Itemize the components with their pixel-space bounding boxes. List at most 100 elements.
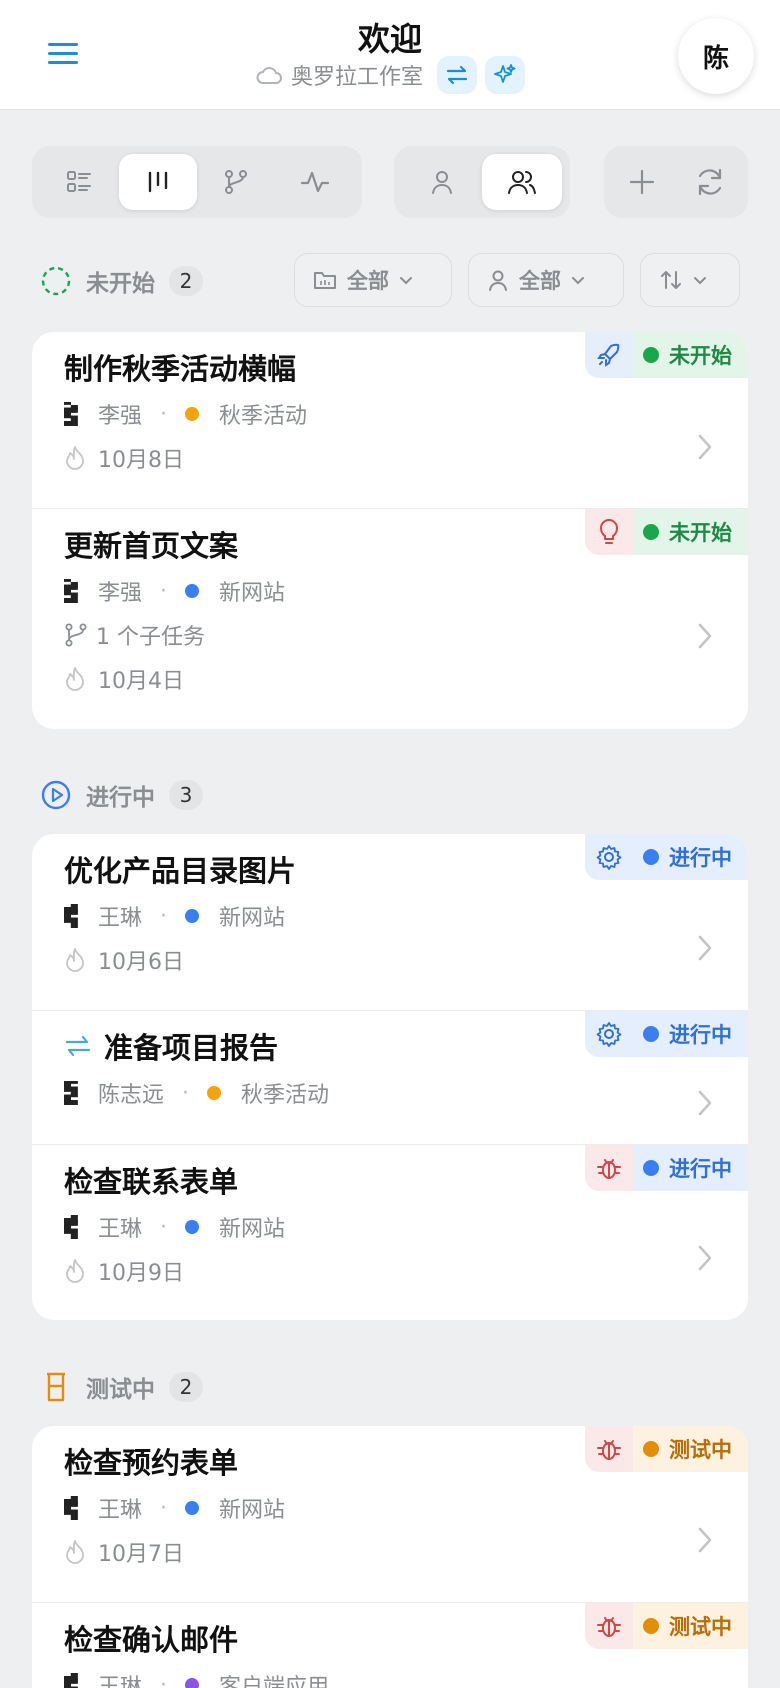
task-row[interactable]: 未开始 制作秋季活动横幅 ▀▄ █▀ ▄█ 李强 · 秋季活动 10月8日 xyxy=(32,332,748,509)
chevron-down-icon xyxy=(572,277,584,285)
project-color-dot xyxy=(185,584,200,598)
task-due-date: 10月7日 xyxy=(98,1542,184,1567)
chevron-right-icon xyxy=(698,1527,712,1553)
play-circle-icon xyxy=(41,780,71,810)
activity-icon xyxy=(300,171,329,193)
rocket-icon xyxy=(597,343,620,367)
team-tasks-button[interactable] xyxy=(482,154,562,210)
flame-icon xyxy=(66,446,84,470)
board-view-button[interactable] xyxy=(118,154,197,210)
task-row[interactable]: 测试中 检查预约表单 ▄█ █▀ ▀█ 王琳 · 新网站 10月7日 xyxy=(32,1426,748,1603)
status-badge: 未开始 xyxy=(585,509,748,555)
task-project: 新网站 xyxy=(219,1498,286,1523)
task-project: 新网站 xyxy=(219,1217,286,1242)
branch-icon xyxy=(225,170,248,194)
status-badge: 测试中 xyxy=(585,1426,748,1472)
task-title: 优化产品目录图片 xyxy=(64,854,297,888)
project-color-dot xyxy=(185,909,200,923)
task-due-date: 10月8日 xyxy=(98,448,184,473)
user-icon xyxy=(489,270,507,291)
group-count: 3 xyxy=(169,780,203,810)
task-row[interactable]: 进行中 优化产品目录图片 ▄█ █▀ ▀█ 王琳 · 新网站 10月6日 xyxy=(32,834,748,1011)
group-header-in-progress[interactable]: 进行中 3 xyxy=(40,778,203,812)
task-row[interactable]: 未开始 更新首页文案 ▀▄ █▀ ▄█ 李强 · 新网站 1 个子任务 10月4日 xyxy=(32,509,748,729)
app-page: 欢迎 奥罗拉工作室 陈 未开始 2 全部 全部 未开始 制作秋季活动横幅 ▀▄ … xyxy=(0,0,780,1688)
recurring-icon xyxy=(65,1035,91,1057)
gear-icon xyxy=(596,1022,622,1047)
my-tasks-button[interactable] xyxy=(402,154,482,210)
refresh-button[interactable] xyxy=(676,154,744,210)
ai-assist-button[interactable] xyxy=(485,56,525,94)
assignee-avatar: █▀ ▀█ █▄ xyxy=(64,1081,78,1105)
bug-icon xyxy=(597,1159,621,1179)
gear-icon xyxy=(596,845,622,870)
sort-button[interactable] xyxy=(640,253,740,307)
chevron-right-icon xyxy=(698,1090,712,1116)
list-icon xyxy=(67,171,92,192)
user-icon xyxy=(432,171,452,194)
task-row[interactable]: 测试中 检查确认邮件 ▄██▀▀█ 王琳 · 客户端应用 xyxy=(32,1603,748,1688)
bug-icon xyxy=(597,1617,621,1637)
project-color-dot xyxy=(185,1678,200,1688)
add-task-button[interactable] xyxy=(608,154,676,210)
task-project: 新网站 xyxy=(219,581,286,606)
assignee-filter[interactable]: 全部 xyxy=(468,253,624,307)
dashed-circle-icon xyxy=(41,266,71,296)
project-filter[interactable]: 全部 xyxy=(294,253,452,307)
group-header-testing[interactable]: 测试中 2 xyxy=(40,1370,203,1404)
group-label: 未开始 xyxy=(86,271,155,297)
status-badge: 未开始 xyxy=(585,332,748,378)
status-badge: 进行中 xyxy=(585,1145,748,1191)
group-label: 进行中 xyxy=(86,785,155,811)
status-label: 进行中 xyxy=(669,1023,732,1047)
project-color-dot xyxy=(207,1086,222,1100)
task-project: 新网站 xyxy=(219,906,286,931)
workspace-name[interactable]: 奥罗拉工作室 xyxy=(291,59,423,91)
board-icon xyxy=(148,171,167,193)
status-label: 未开始 xyxy=(669,521,732,545)
task-assignee: 王琳 xyxy=(98,1675,143,1688)
chevron-down-icon xyxy=(694,277,706,285)
flame-icon xyxy=(66,948,84,972)
actions-group xyxy=(604,146,748,218)
sort-icon xyxy=(661,271,681,289)
page-title: 欢迎 xyxy=(357,20,422,58)
chevron-right-icon xyxy=(698,1245,712,1271)
project-color-dot xyxy=(185,407,200,421)
flame-icon xyxy=(66,667,84,691)
flame-icon xyxy=(66,1540,84,1564)
status-label: 进行中 xyxy=(669,1157,732,1181)
chevron-right-icon xyxy=(698,623,712,649)
assignee-avatar: ▀▄ █▀ ▄█ xyxy=(64,402,78,426)
plus-icon xyxy=(629,169,655,195)
switch-workspace-button[interactable] xyxy=(437,56,477,94)
status-badge: 进行中 xyxy=(585,1011,748,1057)
task-assignee: 王琳 xyxy=(98,1217,143,1242)
scope-switcher xyxy=(394,146,570,218)
task-due-date: 10月9日 xyxy=(98,1261,184,1286)
task-row[interactable]: 进行中 检查联系表单 ▄█ █▀ ▀█ 王琳 · 新网站 10月9日 xyxy=(32,1145,748,1320)
task-assignee: 王琳 xyxy=(98,1498,143,1523)
task-card-group: 未开始 制作秋季活动横幅 ▀▄ █▀ ▄█ 李强 · 秋季活动 10月8日 未开始 … xyxy=(32,332,748,729)
task-title: 准备项目报告 xyxy=(104,1031,279,1065)
project-color-dot xyxy=(185,1220,200,1234)
swap-icon xyxy=(446,65,468,85)
group-header-not-started[interactable]: 未开始 2 xyxy=(40,264,203,298)
task-card-group: 测试中 检查预约表单 ▄█ █▀ ▀█ 王琳 · 新网站 10月7日 测试中 检查确… xyxy=(32,1426,748,1688)
folder-icon xyxy=(314,272,336,289)
branch-view-button[interactable] xyxy=(197,154,276,210)
assignee-avatar: ▄██▀▀█ xyxy=(64,1215,78,1239)
sparkle-icon xyxy=(494,64,516,83)
task-assignee: 李强 xyxy=(98,581,143,606)
task-assignee: 李强 xyxy=(98,404,143,429)
status-badge: 进行中 xyxy=(585,834,748,880)
task-row[interactable]: 进行中 准备项目报告 █▀ ▀█ █▄ 陈志远 · 秋季活动 xyxy=(32,1011,748,1145)
list-view-button[interactable] xyxy=(40,154,119,210)
workspace-row: 奥罗拉工作室 xyxy=(0,56,780,94)
activity-view-button[interactable] xyxy=(276,154,355,210)
chevron-right-icon xyxy=(698,434,712,460)
bug-icon xyxy=(597,1440,621,1460)
group-count: 2 xyxy=(169,1372,203,1402)
task-title: 检查确认邮件 xyxy=(64,1623,239,1657)
user-avatar[interactable]: 陈 xyxy=(678,18,754,94)
